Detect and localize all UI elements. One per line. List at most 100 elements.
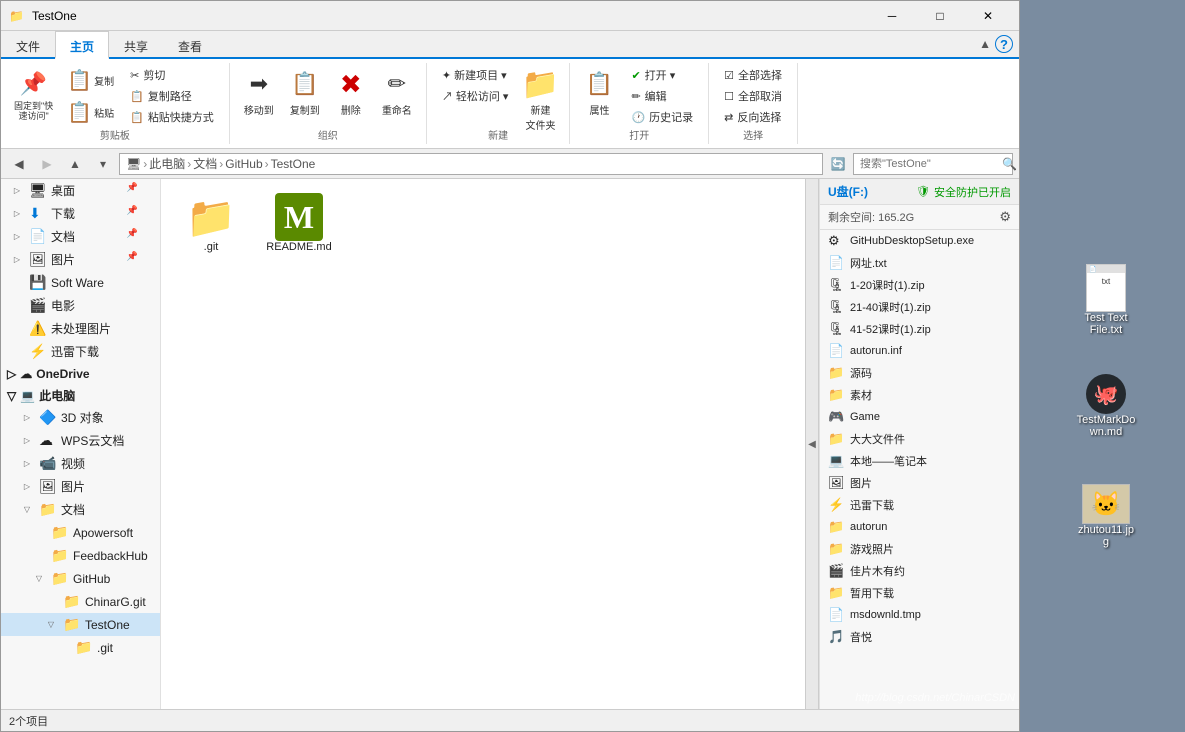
sidebar-item-pictures[interactable]: ▷ 🖼 图片 📌 (1, 248, 160, 271)
right-item-zip2[interactable]: 🗜 21-40课时(1).zip (820, 296, 1019, 318)
panel-toggle-icon: ◀ (808, 439, 816, 450)
select-all-button[interactable]: ☑ 全部选择 (717, 65, 789, 85)
title-bar-text: TestOne (24, 9, 869, 23)
ribbon-collapse-btn[interactable]: ▲ (979, 37, 991, 51)
sidebar-item-desktop[interactable]: ▷ 🖥 桌面 📌 (1, 179, 160, 202)
right-item-zip3[interactable]: 🗜 41-52课时(1).zip (820, 318, 1019, 340)
autorun-label: autorun (850, 521, 887, 533)
right-item-url[interactable]: 📄 网址.txt (820, 252, 1019, 274)
desktop-background: 📄 txt Test TextFile.txt 🐙 TestMarkDown.m… (1020, 0, 1185, 732)
edit-button[interactable]: ✏ 编辑 (624, 86, 700, 106)
sidebar-item-docs[interactable]: ▷ 📄 文档 📌 (1, 225, 160, 248)
sidebar-item-dot-git[interactable]: 📁 .git (1, 636, 160, 659)
right-item-zip1[interactable]: 🗜 1-20课时(1).zip (820, 274, 1019, 296)
title-bar-controls: ─ □ ✕ (869, 2, 1011, 30)
sidebar-item-unprocessed[interactable]: ⚠️ 未处理图片 (1, 317, 160, 340)
pin-badge-docs: 📌 (127, 228, 138, 239)
pin-badge-pics: 📌 (127, 251, 138, 262)
properties-button[interactable]: 📋 属性 (578, 65, 620, 120)
movie-icon: 🎬 (828, 563, 844, 579)
search-input[interactable] (860, 158, 1002, 170)
open-button[interactable]: ✔ 打开 ▾ (624, 65, 700, 85)
sidebar-item-chinar[interactable]: 📁 ChinarG.git (1, 590, 160, 613)
right-item-gamephotos[interactable]: 📁 游戏照片 (820, 538, 1019, 560)
file-item-git[interactable]: 📁 .git (171, 189, 251, 257)
right-item-source[interactable]: 📁 源码 (820, 362, 1019, 384)
sidebar-item-downloads[interactable]: ▷ ⬇ 下载 📌 (1, 202, 160, 225)
desktop-file-md[interactable]: 🐙 TestMarkDown.md (1070, 370, 1142, 442)
right-item-githubsetup[interactable]: ⚙ GitHubDesktopSetup.exe (820, 230, 1019, 252)
sidebar-item-movies[interactable]: 🎬 电影 (1, 294, 160, 317)
right-item-pics[interactable]: 🖼 图片 (820, 472, 1019, 494)
pin-quick-access-button[interactable]: 📌 固定到"快速访问" (9, 65, 58, 125)
md-file-icon: 🐙 (1086, 374, 1126, 414)
new-folder-button[interactable]: 📁 新建文件夹 (519, 65, 561, 135)
file-item-readme[interactable]: M README.md (259, 189, 339, 257)
sidebar-section-thispc[interactable]: ▽ 💻 此电脑 (1, 383, 160, 406)
thispc-icon: 💻 (20, 389, 35, 403)
sidebar-item-docs2[interactable]: ▽ 📁 文档 (1, 498, 160, 521)
gear-icon[interactable]: ⚙ (999, 209, 1011, 225)
copy-path-label: 复制路径 (148, 88, 192, 104)
zip2-icon: 🗜 (828, 299, 844, 315)
minimize-button[interactable]: ─ (869, 2, 915, 30)
right-item-game[interactable]: 🎮 Game (820, 406, 1019, 428)
rename-button[interactable]: ✏ 重命名 (376, 65, 418, 120)
tab-home[interactable]: 主页 (55, 31, 109, 59)
easy-access-button[interactable]: ↗ 轻松访问 ▾ (435, 86, 516, 106)
autorun-icon: 📁 (828, 519, 844, 535)
setup-exe-icon: ⚙ (828, 233, 844, 249)
move-to-button[interactable]: ➡ 移动到 (238, 65, 280, 120)
history-icon: 🕐 (631, 111, 645, 124)
close-button[interactable]: ✕ (965, 2, 1011, 30)
tab-file[interactable]: 文件 (1, 31, 55, 57)
help-btn[interactable]: ? (995, 35, 1013, 53)
desktop-file-txt[interactable]: 📄 txt Test TextFile.txt (1070, 260, 1142, 340)
right-item-bigfiles[interactable]: 📁 大大文件件 (820, 428, 1019, 450)
history-button[interactable]: 🕐 历史记录 (624, 107, 700, 127)
right-item-mstmp[interactable]: 📄 msdownld.tmp (820, 604, 1019, 626)
sidebar-item-github[interactable]: ▽ 📁 GitHub (1, 567, 160, 590)
right-item-autorun-inf[interactable]: 📄 autorun.inf (820, 340, 1019, 362)
open-content: 📋 属性 ✔ 打开 ▾ ✏ 编辑 🕐 历史记录 (578, 65, 700, 159)
right-item-music[interactable]: 🎵 音悦 (820, 626, 1019, 648)
material-label: 素材 (850, 387, 872, 403)
paste-shortcut-button[interactable]: 📋 粘贴快捷方式 (123, 107, 221, 127)
panel-toggle[interactable]: ◀ (805, 179, 819, 709)
git-folder-icon: 📁 (187, 193, 235, 241)
sidebar-item-apowersoft[interactable]: 📁 Apowersoft (1, 521, 160, 544)
sidebar-item-pics2[interactable]: ▷ 🖼 图片 (1, 475, 160, 498)
sidebar-item-feedbackhub[interactable]: 📁 FeedbackHub (1, 544, 160, 567)
tab-view[interactable]: 查看 (163, 31, 217, 57)
sidebar-item-video[interactable]: ▷ 📹 视频 (1, 452, 160, 475)
refresh-button[interactable]: 🔄 (827, 153, 849, 175)
sidebar-item-software[interactable]: 💾 Soft Ware (1, 271, 160, 294)
right-item-autorun[interactable]: 📁 autorun (820, 516, 1019, 538)
invert-selection-button[interactable]: ⇄ 反向选择 (717, 107, 789, 127)
sidebar-item-wps[interactable]: ▷ ☁ WPS云文档 (1, 429, 160, 452)
clipboard-content: 📌 固定到"快速访问" 📋 复制 📋 粘贴 (9, 65, 221, 160)
delete-button[interactable]: ✖ 删除 (330, 65, 372, 120)
right-item-local[interactable]: 💻 本地——笔记本 (820, 450, 1019, 472)
copy-button[interactable]: 📋 复制 (62, 65, 119, 96)
right-item-material[interactable]: 📁 素材 (820, 384, 1019, 406)
sidebar-item-3d[interactable]: ▷ 🔷 3D 对象 (1, 406, 160, 429)
clipboard-label: 剪贴板 (1, 127, 229, 142)
cut-button[interactable]: ✂ 剪切 (123, 65, 221, 85)
sidebar-item-xunlei[interactable]: ⚡ 迅雷下载 (1, 340, 160, 363)
paste-button[interactable]: 📋 粘贴 (62, 97, 119, 128)
copy-path-button[interactable]: 📋 复制路径 (123, 86, 221, 106)
search-icon[interactable]: 🔍 (1002, 157, 1017, 171)
right-item-movie[interactable]: 🎬 佳片木有约 (820, 560, 1019, 582)
right-item-thunder[interactable]: ⚡ 迅雷下载 (820, 494, 1019, 516)
new-item-button[interactable]: ✦ 新建项目 ▾ (435, 65, 516, 85)
maximize-button[interactable]: □ (917, 2, 963, 30)
select-none-button[interactable]: ☐ 全部取消 (717, 86, 789, 106)
copy-to-button[interactable]: 📋 复制到 (284, 65, 326, 120)
tab-share[interactable]: 共享 (109, 31, 163, 57)
sidebar-section-onedrive[interactable]: ▷ ☁ OneDrive (1, 363, 160, 383)
sidebar-item-testone[interactable]: ▽ 📁 TestOne (1, 613, 160, 636)
desktop-file-jpg[interactable]: 🐱 zhutou11.jpg (1070, 480, 1142, 552)
right-item-tempdown[interactable]: 📁 暂用下载 (820, 582, 1019, 604)
select-content: ☑ 全部选择 ☐ 全部取消 ⇄ 反向选择 (717, 65, 789, 159)
